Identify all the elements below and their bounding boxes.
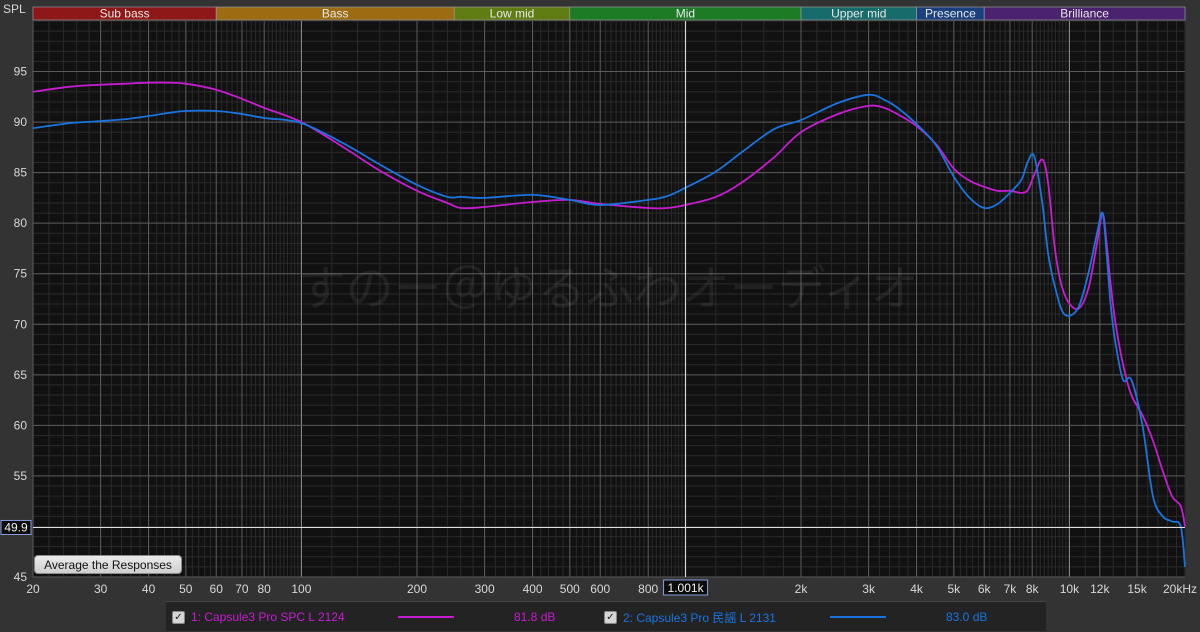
y-tick-label: 55 (14, 469, 28, 483)
y-tick-label: 65 (14, 368, 28, 382)
x-tick-label: 60 (210, 582, 224, 596)
legend-item-1[interactable]: ✓ 1: Capsule3 Pro SPC L 2124 (172, 602, 345, 632)
legend-swatch-2 (830, 616, 886, 618)
x-tick-label: 7k (1004, 582, 1018, 596)
x-tick-label: 5k (947, 582, 961, 596)
band-label: Brilliance (1060, 7, 1109, 21)
y-axis-label: SPL (3, 2, 26, 16)
x-tick-label: 80 (258, 582, 272, 596)
x-tick-label: 2k (795, 582, 809, 596)
x-tick-label: 300 (475, 582, 495, 596)
x-tick-label: 15k (1127, 582, 1147, 596)
legend-value-2: 83.0 dB (946, 610, 988, 624)
x-tick-label: 20 (26, 582, 40, 596)
y-tick-label: 45 (14, 570, 28, 584)
cursor-y-readout: 49.9 (4, 520, 28, 534)
legend-checkbox-2[interactable]: ✓ (604, 610, 617, 624)
legend-checkbox-1[interactable]: ✓ (172, 610, 185, 624)
band-label: Low mid (490, 7, 535, 21)
y-tick-label: 90 (14, 115, 28, 129)
x-tick-label: 500 (560, 582, 580, 596)
band-label: Presence (925, 7, 976, 21)
legend-value-1: 81.8 dB (514, 610, 556, 624)
y-tick-label: 80 (14, 216, 28, 230)
y-tick-label: 75 (14, 267, 28, 281)
x-tick-label: 800 (638, 582, 658, 596)
x-tick-label: 70 (235, 582, 249, 596)
x-tick-label: 600 (590, 582, 610, 596)
x-tick-label: 4k (910, 582, 924, 596)
band-label: Bass (322, 7, 349, 21)
legend-panel: ✓ 1: Capsule3 Pro SPC L 2124 81.8 dB ✓ 2… (166, 601, 1046, 631)
x-tick-label: 3k (862, 582, 876, 596)
x-tick-label: 400 (523, 582, 543, 596)
x-tick-label: 8k (1026, 582, 1040, 596)
y-tick-label: 60 (14, 418, 28, 432)
average-responses-button[interactable]: Average the Responses (34, 555, 182, 574)
band-label: Upper mid (831, 7, 886, 21)
x-tick-label: 100 (291, 582, 311, 596)
x-tick-label: 200 (407, 582, 427, 596)
legend-swatch-1 (398, 616, 454, 618)
x-tick-label: 10k (1060, 582, 1080, 596)
x-tick-label: 30 (94, 582, 108, 596)
x-tick-label: 12k (1090, 582, 1110, 596)
y-tick-label: 95 (14, 65, 28, 79)
x-tick-label: 6k (978, 582, 992, 596)
legend-item-2[interactable]: ✓ 2: Capsule3 Pro 民謡 L 2131 (604, 602, 776, 632)
band-label: Mid (676, 7, 695, 21)
x-axis-unit-label: 20kHz (1163, 582, 1197, 596)
legend-name-1: 1: Capsule3 Pro SPC L 2124 (191, 610, 345, 624)
frequency-response-chart: すのー＠ゆるふわオーディオ Sub bass Bass Low mid Mid Uppe… (0, 0, 1200, 631)
x-tick-label: 40 (142, 582, 156, 596)
band-label: Sub bass (100, 7, 150, 21)
y-tick-label: 70 (14, 317, 28, 331)
cursor-x-readout: 1.001k (668, 581, 705, 595)
y-tick-label: 85 (14, 166, 28, 180)
watermark: すのー＠ゆるふわオーディオ (298, 261, 919, 317)
legend-name-2: 2: Capsule3 Pro 民謡 L 2131 (623, 610, 776, 625)
x-tick-label: 50 (179, 582, 193, 596)
